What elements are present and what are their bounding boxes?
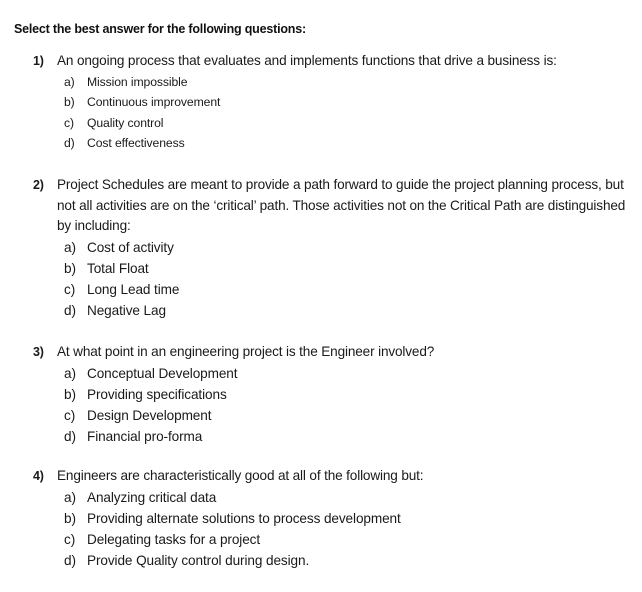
option-letter: c) xyxy=(64,281,76,297)
option-letter: d) xyxy=(64,428,76,444)
option-text: Total Float xyxy=(87,260,149,276)
question-stem: 2) Project Schedules are meant to provid… xyxy=(0,175,642,237)
answer-options: a) Mission impossible b) Continuous impr… xyxy=(0,72,642,154)
answer-option-d[interactable]: d) Negative Lag xyxy=(0,300,642,321)
question-number: 3) xyxy=(33,345,44,359)
question-4: 4) Engineers are characteristically good… xyxy=(0,466,642,571)
answer-option-d[interactable]: d) Financial pro-forma xyxy=(0,426,642,447)
answer-options: a) Conceptual Development b) Providing s… xyxy=(0,363,642,447)
answer-option-c[interactable]: c) Delegating tasks for a project xyxy=(0,529,642,550)
question-text: Engineers are characteristically good at… xyxy=(57,468,424,483)
answer-options: a) Cost of activity b) Total Float c) Lo… xyxy=(0,237,642,321)
answer-option-d[interactable]: d) Provide Quality control during design… xyxy=(0,550,642,571)
question-text: At what point in an engineering project … xyxy=(57,344,435,359)
option-text: Negative Lag xyxy=(87,302,166,318)
answer-option-b[interactable]: b) Providing specifications xyxy=(0,384,642,405)
option-text: Financial pro-forma xyxy=(87,428,203,444)
answer-option-a[interactable]: a) Analyzing critical data xyxy=(0,487,642,508)
question-number: 4) xyxy=(33,469,44,483)
question-2: 2) Project Schedules are meant to provid… xyxy=(0,175,642,321)
answer-option-c[interactable]: c) Long Lead time xyxy=(0,279,642,300)
option-letter: a) xyxy=(64,239,76,255)
option-letter: b) xyxy=(64,260,76,276)
question-number: 2) xyxy=(33,178,44,192)
question-text: An ongoing process that evaluates and im… xyxy=(57,53,557,68)
answer-option-b[interactable]: b) Continuous improvement xyxy=(0,92,642,113)
option-text: Mission impossible xyxy=(87,74,188,89)
option-text: Continuous improvement xyxy=(87,95,221,109)
option-text: Long Lead time xyxy=(87,281,180,297)
option-text: Cost effectiveness xyxy=(87,136,185,150)
question-stem: 3) At what point in an engineering proje… xyxy=(0,342,642,363)
answer-option-c[interactable]: c) Design Development xyxy=(0,405,642,426)
question-3: 3) At what point in an engineering proje… xyxy=(0,342,642,447)
option-text: Quality control xyxy=(87,115,164,130)
instructions-heading: Select the best answer for the following… xyxy=(14,22,306,36)
option-letter: a) xyxy=(64,489,76,505)
question-stem: 1) An ongoing process that evaluates and… xyxy=(0,51,642,72)
option-text: Providing alternate solutions to process… xyxy=(87,510,401,526)
question-number: 1) xyxy=(33,54,44,68)
option-letter: b) xyxy=(64,510,76,526)
option-text: Analyzing critical data xyxy=(87,489,217,505)
option-text: Cost of activity xyxy=(87,239,174,255)
option-letter: d) xyxy=(64,302,76,318)
answer-option-a[interactable]: a) Conceptual Development xyxy=(0,363,642,384)
option-letter: b) xyxy=(64,386,76,402)
answer-option-a[interactable]: a) Cost of activity xyxy=(0,237,642,258)
option-text: Provide Quality control during design. xyxy=(87,552,310,568)
answer-option-c[interactable]: c) Quality control xyxy=(0,113,642,134)
answer-option-b[interactable]: b) Providing alternate solutions to proc… xyxy=(0,508,642,529)
answer-option-b[interactable]: b) Total Float xyxy=(0,258,642,279)
option-letter: d) xyxy=(64,136,75,150)
question-1: 1) An ongoing process that evaluates and… xyxy=(0,51,642,154)
option-text: Delegating tasks for a project xyxy=(87,531,261,547)
question-stem: 4) Engineers are characteristically good… xyxy=(0,466,642,487)
answer-options: a) Analyzing critical data b) Providing … xyxy=(0,487,642,571)
option-text: Providing specifications xyxy=(87,386,227,402)
option-letter: a) xyxy=(64,365,76,381)
option-text: Design Development xyxy=(87,407,212,423)
option-letter: c) xyxy=(64,531,76,547)
option-letter: c) xyxy=(64,115,74,130)
option-letter: c) xyxy=(64,407,76,423)
option-letter: b) xyxy=(64,95,75,109)
answer-option-d[interactable]: d) Cost effectiveness xyxy=(0,133,642,154)
option-letter: d) xyxy=(64,552,76,568)
question-text: Project Schedules are meant to provide a… xyxy=(57,177,626,233)
answer-option-a[interactable]: a) Mission impossible xyxy=(0,72,642,93)
option-letter: a) xyxy=(64,74,75,89)
option-text: Conceptual Development xyxy=(87,365,238,381)
